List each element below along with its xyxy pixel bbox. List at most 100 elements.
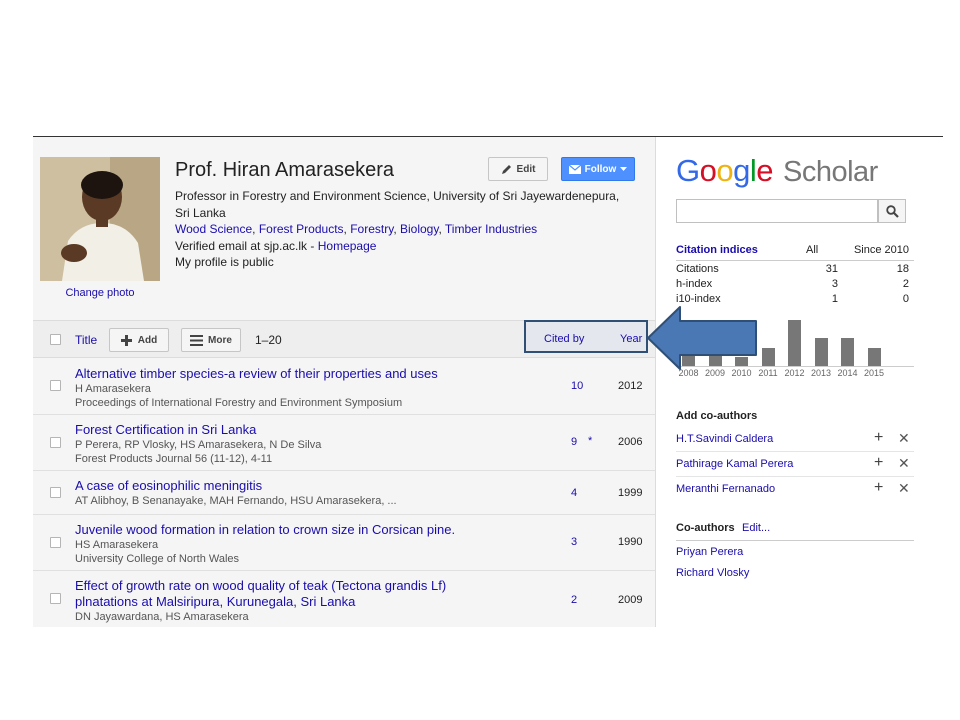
sort-controls-highlight: Cited by Year bbox=[524, 320, 648, 353]
search-input[interactable] bbox=[676, 199, 878, 223]
article-venue: University College of North Wales bbox=[75, 553, 240, 565]
sort-by-title[interactable]: Title bbox=[75, 333, 97, 347]
google-scholar-logo[interactable]: Google Scholar bbox=[676, 153, 878, 189]
plus-icon[interactable]: + bbox=[874, 454, 883, 472]
caret-down-icon bbox=[620, 167, 628, 171]
profile-photo[interactable] bbox=[40, 157, 160, 281]
article-title[interactable]: Effect of growth rate on wood quality of… bbox=[75, 578, 475, 594]
suggested-coauthor: H.T.Savindi Caldera + ✕ bbox=[676, 427, 914, 452]
chart-bar bbox=[814, 338, 828, 366]
logo-letter: o bbox=[716, 153, 734, 188]
coauthors-header: Co-authors Edit... bbox=[676, 521, 914, 541]
close-icon[interactable]: ✕ bbox=[898, 455, 910, 472]
close-icon[interactable]: ✕ bbox=[898, 480, 910, 497]
citation-label: i10-index bbox=[676, 293, 721, 305]
article-year: 1990 bbox=[618, 536, 643, 548]
citation-indices-title[interactable]: Citation indices bbox=[676, 244, 758, 256]
affiliation-line-1: Professor in Forestry and Environment Sc… bbox=[175, 189, 620, 203]
affiliation: Professor in Forestry and Environment Sc… bbox=[175, 188, 635, 221]
coauthor-link[interactable]: Richard Vlosky bbox=[676, 567, 749, 579]
article-year: 2006 bbox=[618, 436, 643, 448]
article-title[interactable]: Forest Certification in Sri Lanka bbox=[75, 422, 475, 438]
plus-icon[interactable]: + bbox=[874, 429, 883, 447]
coauthor-name[interactable]: H.T.Savindi Caldera bbox=[676, 433, 773, 445]
article-row: Forest Certification in Sri Lanka P Pere… bbox=[33, 415, 656, 471]
sort-by-cited[interactable]: Cited by bbox=[544, 333, 584, 345]
affiliation-line-2: Sri Lanka bbox=[175, 205, 226, 220]
email-text: Verified email at sjp.ac.lk - bbox=[175, 238, 318, 253]
envelope-icon bbox=[568, 164, 581, 174]
pencil-icon bbox=[501, 164, 511, 174]
article-title[interactable]: Juvenile wood formation in relation to c… bbox=[75, 522, 475, 538]
article-venue: Forest Products Journal 56 (11-12), 4-11 bbox=[75, 453, 273, 465]
interest-sep: , bbox=[393, 222, 400, 236]
article-authors: AT Alibhoy, B Senanayake, MAH Fernando, … bbox=[75, 495, 397, 507]
interest-link[interactable]: Biology bbox=[400, 222, 438, 236]
citation-label: h-index bbox=[676, 278, 713, 290]
page-range: 1–20 bbox=[255, 333, 282, 347]
add-button-label: Add bbox=[137, 334, 158, 346]
edit-button[interactable]: Edit bbox=[488, 157, 548, 181]
article-row: Alternative timber species-a review of t… bbox=[33, 358, 656, 415]
select-all-checkbox[interactable] bbox=[50, 334, 61, 345]
article-checkbox[interactable] bbox=[50, 437, 61, 448]
citation-all: 31 bbox=[825, 263, 838, 275]
article-cited-by[interactable]: 9 bbox=[571, 436, 577, 448]
add-coauthors-title: Add co-authors bbox=[676, 410, 758, 422]
change-photo-link[interactable]: Change photo bbox=[33, 287, 167, 299]
citation-label: Citations bbox=[676, 263, 719, 275]
article-cited-by[interactable]: 3 bbox=[571, 536, 577, 548]
plus-icon[interactable]: + bbox=[874, 479, 883, 497]
logo-letter: e bbox=[756, 153, 774, 188]
profile-visibility: My profile is public bbox=[175, 255, 274, 269]
citation-indices-header: Citation indices All Since 2010 bbox=[676, 243, 914, 261]
article-cited-by[interactable]: 4 bbox=[571, 487, 577, 499]
citation-row: Citations 31 18 bbox=[676, 263, 914, 278]
col-since: Since 2010 bbox=[853, 244, 909, 256]
follow-button[interactable]: Follow bbox=[561, 157, 635, 181]
interest-link[interactable]: Timber Industries bbox=[445, 222, 537, 236]
article-checkbox[interactable] bbox=[50, 380, 61, 391]
coauthor-name[interactable]: Meranthi Fernanado bbox=[676, 483, 775, 495]
star-icon: * bbox=[588, 435, 593, 447]
more-button-label: More bbox=[208, 334, 232, 346]
article-title[interactable]: Alternative timber species-a review of t… bbox=[75, 366, 475, 382]
sidebar: Google Scholar Citation indices All Since… bbox=[656, 137, 943, 627]
interest-link[interactable]: Forest Products bbox=[259, 222, 344, 236]
article-authors: H Amarasekera bbox=[75, 383, 151, 395]
coauthors-edit-link[interactable]: Edit... bbox=[742, 522, 770, 534]
close-icon[interactable]: ✕ bbox=[898, 430, 910, 447]
sort-by-year[interactable]: Year bbox=[620, 333, 642, 345]
more-actions-button[interactable]: More bbox=[181, 328, 241, 352]
chart-bar bbox=[788, 320, 801, 366]
profile-photo-image bbox=[40, 157, 160, 281]
article-title-cont[interactable]: plnatations at Malsiripura, Kurunegala, … bbox=[75, 594, 475, 610]
follow-button-label: Follow bbox=[584, 163, 617, 175]
article-row: Juvenile wood formation in relation to c… bbox=[33, 515, 656, 571]
add-articles-button[interactable]: Add bbox=[109, 328, 169, 352]
articles-toolbar: Title Add More 1–20 Cited by Year bbox=[33, 320, 656, 358]
article-row: A case of eosinophilic meningitis AT Ali… bbox=[33, 471, 656, 515]
chart-tick-label: 2011 bbox=[758, 368, 778, 378]
arrow-callout-icon bbox=[647, 306, 757, 370]
article-title[interactable]: A case of eosinophilic meningitis bbox=[75, 478, 475, 494]
article-cited-by[interactable]: 2 bbox=[571, 594, 577, 606]
search-button[interactable] bbox=[878, 199, 906, 223]
article-checkbox[interactable] bbox=[50, 487, 61, 498]
coauthor-link[interactable]: Priyan Perera bbox=[676, 546, 743, 558]
homepage-link[interactable]: Homepage bbox=[318, 239, 377, 253]
chart-tick-label: 2013 bbox=[810, 368, 832, 378]
interest-link[interactable]: Forestry bbox=[350, 222, 393, 236]
chart-bar bbox=[761, 347, 775, 366]
interest-sep: , bbox=[252, 222, 259, 236]
article-row: Effect of growth rate on wood quality of… bbox=[33, 571, 656, 627]
suggested-coauthor: Meranthi Fernanado + ✕ bbox=[676, 477, 914, 502]
article-checkbox[interactable] bbox=[50, 537, 61, 548]
chart-tick-label: 2015 bbox=[863, 368, 885, 378]
coauthor-name[interactable]: Pathirage Kamal Perera bbox=[676, 458, 793, 470]
interest-link[interactable]: Wood Science bbox=[175, 222, 252, 236]
article-year: 2012 bbox=[618, 380, 643, 392]
article-cited-by[interactable]: 10 bbox=[571, 380, 583, 392]
article-checkbox[interactable] bbox=[50, 593, 61, 604]
article-year: 1999 bbox=[618, 487, 643, 499]
